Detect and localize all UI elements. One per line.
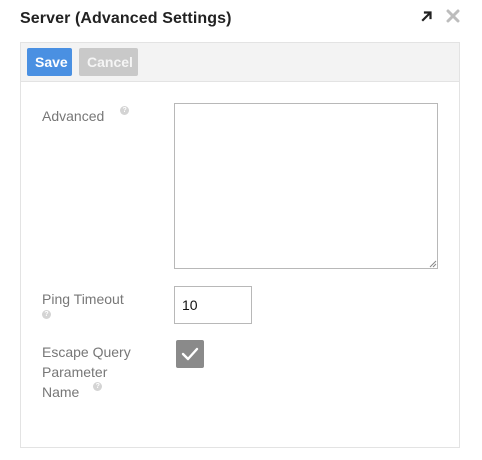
escape-query-label-line3: Name <box>42 384 80 400</box>
escape-query-label-line2: Parameter <box>42 364 108 380</box>
checkmark-icon <box>181 347 199 361</box>
advanced-help-icon[interactable]: ? <box>120 106 130 115</box>
ping-timeout-label-text: Ping Timeout <box>42 291 124 307</box>
ping-timeout-help-icon[interactable]: ? <box>42 310 51 319</box>
expand-icon[interactable] <box>420 9 434 23</box>
advanced-label-text: Advanced <box>42 108 105 124</box>
resize-grip-icon[interactable] <box>429 260 437 268</box>
ping-timeout-input[interactable] <box>174 286 252 324</box>
dialog-title: Server (Advanced Settings) <box>20 10 232 27</box>
ping-timeout-label: Ping Timeout ? <box>42 289 124 329</box>
escape-query-help-icon[interactable]: ? <box>93 382 103 391</box>
cancel-button[interactable]: Cancel <box>79 48 138 76</box>
escape-query-label-line1: Escape Query <box>42 344 131 360</box>
advanced-label: Advanced ? <box>42 106 130 126</box>
escape-query-checkbox[interactable] <box>176 340 204 368</box>
save-button[interactable]: Save <box>27 48 72 76</box>
toolbar: Save Cancel <box>20 42 460 82</box>
escape-query-label: Escape Query Parameter Name ? <box>42 342 131 402</box>
title-actions <box>420 9 460 23</box>
advanced-textarea[interactable] <box>174 103 438 269</box>
close-icon[interactable] <box>446 9 460 23</box>
